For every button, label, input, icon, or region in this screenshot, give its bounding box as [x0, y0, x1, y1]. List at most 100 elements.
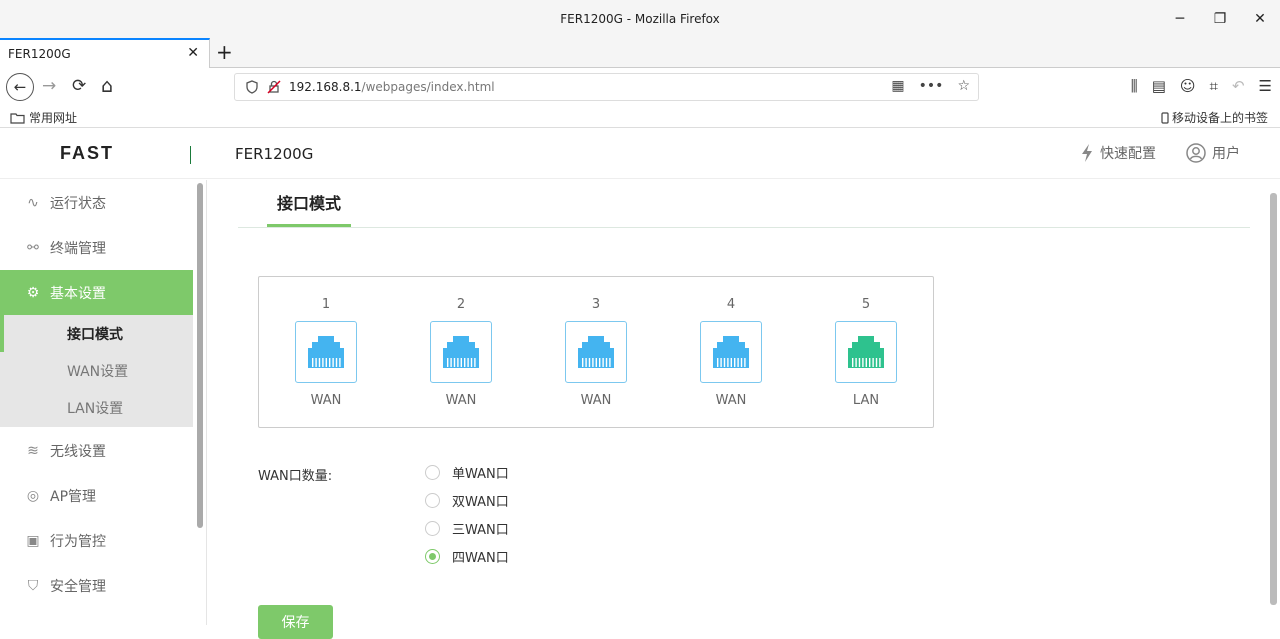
- page-actions-icon[interactable]: •••: [919, 78, 944, 94]
- toolbar-right: ⫼ ▤ ☺ ⌗ ↶ ☰: [1131, 77, 1272, 95]
- status-icon: ∿: [27, 194, 39, 211]
- quick-setup-link[interactable]: 快速配置: [1080, 143, 1156, 163]
- reload-button[interactable]: ⟳: [72, 76, 86, 96]
- folder-icon: [10, 112, 25, 124]
- sidebar-item-security[interactable]: ⛉ 安全管理: [0, 563, 193, 608]
- radio-option-quad-wan[interactable]: 四WAN口: [425, 547, 509, 566]
- maximize-button[interactable]: ❐: [1200, 0, 1240, 38]
- sidebar-icon[interactable]: ▤: [1152, 77, 1166, 95]
- forward-button[interactable]: →: [42, 76, 56, 96]
- router-header: FAST FER1200G 快速配置 用户: [0, 129, 1280, 179]
- tab-close-icon[interactable]: ✕: [187, 45, 199, 61]
- close-window-button[interactable]: ✕: [1240, 0, 1280, 38]
- insecure-lock-icon[interactable]: [267, 80, 281, 94]
- ethernet-port-icon[interactable]: [430, 321, 492, 383]
- sidebar-item-wireless[interactable]: ≋ 无线设置: [0, 428, 193, 473]
- sidebar-item-label: 行为管控: [50, 533, 106, 550]
- mobile-bookmarks-label: 移动设备上的书签: [1171, 111, 1268, 125]
- navigation-toolbar: ← → ⟳ ⌂ 192.168.8.1/webpages/index.html …: [0, 68, 1280, 106]
- window-controls: ─ ❐ ✕: [1160, 0, 1280, 38]
- undo-icon[interactable]: ↶: [1232, 77, 1245, 95]
- sidebar: ∿ 运行状态 ⚯ 终端管理 ⚙ 基本设置 接口模式 WAN设置 LAN设置 ≋ …: [0, 180, 207, 625]
- rj45-icon: [578, 336, 614, 368]
- tab-bar: FER1200G ✕ +: [0, 38, 1280, 68]
- rj45-icon: [443, 336, 479, 368]
- sidebar-item-label: 安全管理: [50, 578, 106, 595]
- control-icon: ▣: [26, 532, 40, 549]
- window-title: FER1200G - Mozilla Firefox: [560, 12, 720, 26]
- radio-option-dual-wan[interactable]: 双WAN口: [425, 491, 509, 510]
- rj45-icon: [308, 336, 344, 368]
- radio-button[interactable]: [425, 465, 440, 480]
- sidebar-item-status[interactable]: ∿ 运行状态: [0, 180, 193, 225]
- radio-button[interactable]: [425, 493, 440, 508]
- radio-option-single-wan[interactable]: 单WAN口: [425, 463, 509, 482]
- sidebar-item-basic-settings[interactable]: ⚙ 基本设置: [0, 270, 193, 315]
- port-type-label: WAN: [310, 393, 342, 408]
- sidebar-item-behavior-control[interactable]: ▣ 行为管控: [0, 518, 193, 563]
- url-path: /webpages/index.html: [361, 80, 495, 94]
- sidebar-scrollbar[interactable]: [197, 183, 203, 528]
- bookmark-common-sites[interactable]: 常用网址: [10, 109, 77, 126]
- port-item: 4 WAN: [700, 297, 762, 408]
- bookmark-star-icon[interactable]: ☆: [957, 78, 970, 94]
- submenu-item-lan-settings[interactable]: LAN设置: [0, 389, 193, 426]
- lightning-icon: [1082, 144, 1092, 162]
- bookmarks-toolbar: 常用网址 移动设备上的书签: [0, 106, 1280, 128]
- library-icon[interactable]: ⫼: [1131, 77, 1138, 95]
- gear-icon: ⚙: [26, 284, 40, 301]
- ethernet-port-icon[interactable]: [835, 321, 897, 383]
- url-host: 192.168.8.1: [289, 80, 362, 94]
- sidebar-item-ap[interactable]: ◎ AP管理: [0, 473, 193, 518]
- user-menu[interactable]: 用户: [1186, 143, 1240, 163]
- tab-interface-mode[interactable]: 接口模式: [267, 180, 351, 227]
- ethernet-port-icon[interactable]: [295, 321, 357, 383]
- main-scrollbar[interactable]: [1270, 193, 1277, 605]
- url-bar[interactable]: 192.168.8.1/webpages/index.html ▦ ••• ☆: [234, 73, 979, 101]
- bookmark-label: 常用网址: [29, 111, 78, 125]
- port-number: 2: [456, 297, 466, 312]
- save-button[interactable]: 保存: [258, 605, 333, 639]
- radio-button[interactable]: [425, 521, 440, 536]
- submenu-item-wan-settings[interactable]: WAN设置: [0, 352, 193, 389]
- wifi-icon: ≋: [27, 442, 39, 459]
- tab-divider: [238, 227, 1250, 228]
- mobile-bookmarks[interactable]: 移动设备上的书签: [1161, 109, 1268, 126]
- menu-icon[interactable]: ☰: [1259, 77, 1272, 95]
- port-number: 4: [726, 297, 736, 312]
- basic-settings-submenu: 接口模式 WAN设置 LAN设置: [0, 315, 193, 427]
- minimize-button[interactable]: ─: [1160, 0, 1200, 38]
- radio-button[interactable]: [425, 549, 440, 564]
- header-actions: 快速配置 用户: [1080, 143, 1240, 163]
- back-button[interactable]: ←: [6, 73, 34, 101]
- submenu-item-interface-mode[interactable]: 接口模式: [0, 315, 193, 352]
- sidebar-item-label: 运行状态: [50, 195, 106, 212]
- brand-logo: FAST: [60, 143, 115, 163]
- sidebar-item-label: 基本设置: [50, 285, 106, 302]
- wan-count-label: WAN口数量:: [258, 469, 333, 484]
- ethernet-port-icon[interactable]: [565, 321, 627, 383]
- port-item: 1 WAN: [295, 297, 357, 408]
- user-icon: [1186, 143, 1206, 163]
- url-actions: ▦ ••• ☆: [891, 78, 970, 94]
- sidebar-item-terminals[interactable]: ⚯ 终端管理: [0, 225, 193, 270]
- browser-tab[interactable]: FER1200G ✕: [0, 38, 210, 68]
- port-item: 5 LAN: [835, 297, 897, 408]
- ap-icon: ◎: [26, 487, 40, 504]
- port-number: 5: [861, 297, 871, 312]
- port-panel: 1 WAN 2 WAN 3 WAN 4 WAN 5 LAN: [258, 276, 934, 428]
- new-tab-button[interactable]: +: [216, 40, 233, 64]
- port-number: 3: [591, 297, 601, 312]
- radio-option-triple-wan[interactable]: 三WAN口: [425, 519, 509, 538]
- terminal-icon: ⚯: [27, 239, 39, 256]
- window-titlebar: FER1200G - Mozilla Firefox ─ ❐ ✕: [0, 0, 1280, 38]
- screenshot-icon[interactable]: ⌗: [1210, 77, 1218, 95]
- home-button[interactable]: ⌂: [101, 75, 113, 97]
- ethernet-port-icon[interactable]: [700, 321, 762, 383]
- account-icon[interactable]: ☺: [1180, 77, 1196, 95]
- radio-label: 三WAN口: [452, 523, 509, 538]
- shield-icon[interactable]: [245, 80, 259, 94]
- qr-code-icon[interactable]: ▦: [891, 78, 904, 94]
- port-type-label: WAN: [715, 393, 747, 408]
- rj45-icon: [848, 336, 884, 368]
